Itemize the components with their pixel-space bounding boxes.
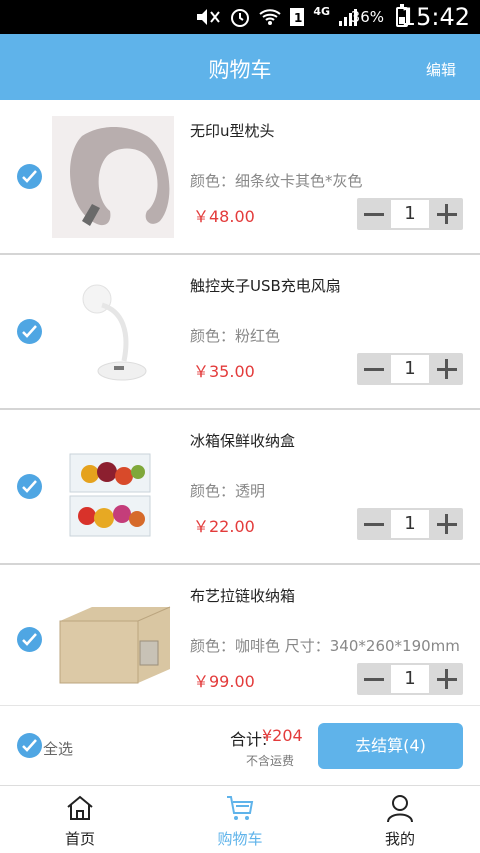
decrease-button[interactable] [357,508,390,540]
decrease-button[interactable] [357,353,390,385]
decrease-button[interactable] [357,663,390,695]
cart-item: 无印u型枕头 颜色：细条纹卡其色*灰色 ￥48.00 1 [0,100,480,255]
product-spec: 颜色：透明 [190,482,266,500]
svg-text:1: 1 [294,11,302,25]
quantity-value[interactable]: 1 [391,665,429,693]
checkout-bar: 全选 合计: ¥204 不含运费 去结算(4) [0,708,480,786]
checkmark-icon [22,739,37,752]
checkout-button[interactable]: 去结算(4) [318,723,463,769]
status-icons: 1 4G [195,4,360,28]
select-all-checkbox[interactable] [17,733,42,758]
app-header: 购物车 编辑 [0,34,480,100]
checkmark-icon [22,480,37,493]
tab-home[interactable]: 首页 [0,787,160,853]
increase-button[interactable] [430,663,463,695]
quantity-stepper: 1 [357,353,463,385]
checkmark-icon [22,633,37,646]
tab-label: 我的 [384,830,415,848]
product-image-pillow[interactable] [52,116,174,238]
increase-button[interactable] [430,198,463,230]
product-price: ￥48.00 [193,207,255,226]
product-spec: 颜色：粉红色 [190,327,281,345]
network-type: 4G [313,4,330,18]
edit-button[interactable]: 编辑 [426,59,456,80]
mute-icon [197,9,221,25]
checkmark-icon [22,325,37,338]
tab-profile[interactable]: 我的 [320,787,480,853]
product-name[interactable]: 触控夹子USB充电风扇 [190,275,341,296]
product-image-fan[interactable] [52,271,174,393]
quantity-value[interactable]: 1 [391,510,429,538]
product-name[interactable]: 冰箱保鲜收纳盒 [190,430,295,451]
item-checkbox[interactable] [17,319,42,344]
product-name[interactable]: 布艺拉链收纳箱 [190,585,295,606]
quantity-value[interactable]: 1 [391,200,429,228]
sim-icon: 1 [290,8,305,26]
item-checkbox[interactable] [17,474,42,499]
total-value: ¥204 [262,726,303,745]
battery-percent: 36% [350,8,384,26]
status-bar: 1 4G 36% 15:42 [0,0,480,34]
alarm-icon [231,9,250,27]
decrease-button[interactable] [357,198,390,230]
product-price: ￥99.00 [193,672,255,691]
product-spec: 颜色：细条纹卡其色*灰色 [190,172,363,190]
cart-item: 布艺拉链收纳箱 颜色：咖啡色 尺寸：340*260*190mm ￥99.00 1 [0,565,480,706]
quantity-value[interactable]: 1 [391,355,429,383]
product-image-fabric-box[interactable] [52,581,174,699]
shipping-note: 不含运费 [246,754,295,768]
cart-item: 冰箱保鲜收纳盒 颜色：透明 ￥22.00 1 [0,410,480,565]
home-icon [67,795,93,820]
tab-bar: 首页 购物车 我的 [0,787,480,853]
item-checkbox[interactable] [17,164,42,189]
cart-icon [227,796,254,820]
product-name[interactable]: 无印u型枕头 [190,120,275,141]
tab-label: 首页 [64,830,95,848]
product-price: ￥35.00 [193,362,255,381]
increase-button[interactable] [430,353,463,385]
quantity-stepper: 1 [357,508,463,540]
clock: 15:42 [400,3,470,31]
product-image-storage-box[interactable] [52,426,174,548]
user-icon [387,795,413,823]
product-spec: 颜色：咖啡色 尺寸：340*260*190mm [190,637,460,655]
select-all-label[interactable]: 全选 [43,738,73,759]
wifi-icon [259,9,281,25]
quantity-stepper: 1 [357,198,463,230]
page-title: 购物车 [208,58,272,82]
cart-item: 触控夹子USB充电风扇 颜色：粉红色 ￥35.00 1 [0,255,480,410]
tab-label: 购物车 [217,830,263,848]
quantity-stepper: 1 [357,663,463,695]
product-price: ￥22.00 [193,517,255,536]
tab-cart[interactable]: 购物车 [160,787,320,853]
checkmark-icon [22,170,37,183]
item-checkbox[interactable] [17,627,42,652]
increase-button[interactable] [430,508,463,540]
